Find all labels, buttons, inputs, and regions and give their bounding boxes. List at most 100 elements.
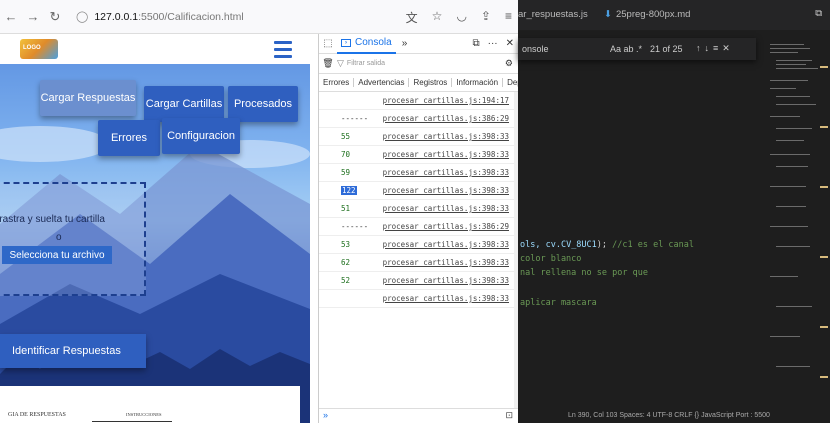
log-entry: 62 procesar_cartillas.js:398:33 bbox=[319, 254, 515, 272]
log-entry: 53 procesar_cartillas.js:398:33 bbox=[319, 236, 515, 254]
log-source-link[interactable]: procesar_cartillas.js:386:29 bbox=[383, 114, 509, 123]
dropzone-text: rrastra y suelta tu cartilla bbox=[0, 214, 105, 225]
log-value: 52 bbox=[341, 276, 351, 285]
overflow-menu-icon[interactable]: ··· bbox=[488, 38, 498, 49]
minimap[interactable] bbox=[764, 36, 830, 406]
log-value-selected: 122 bbox=[341, 186, 357, 195]
dropzone-or: o bbox=[56, 232, 62, 243]
console-log: procesar_cartillas.js:194:17 ------ proce… bbox=[319, 92, 515, 408]
translate-icon[interactable]: ⽂ bbox=[406, 9, 418, 26]
code-line: aplicar mascara bbox=[520, 298, 597, 308]
close-icon[interactable]: ✕ bbox=[506, 38, 514, 49]
console-input[interactable]: » ⊡ bbox=[319, 408, 518, 423]
level-informacion[interactable]: Información bbox=[452, 78, 504, 87]
log-source-link[interactable]: procesar_cartillas.js:398:33 bbox=[383, 150, 509, 159]
tab-markdown[interactable]: ⬇ 25preg-800px.md bbox=[604, 9, 690, 20]
toolbar-actions: ⽂ ☆ ◡ ⇪ ≡ bbox=[406, 9, 512, 26]
tab-markdown-label: 25preg-800px.md bbox=[615, 9, 691, 20]
log-source-link[interactable]: procesar_cartillas.js:398:33 bbox=[383, 276, 509, 285]
log-value: 55 bbox=[341, 132, 351, 141]
level-errores[interactable]: Errores bbox=[319, 78, 355, 87]
devtools-actions: ⧉ ··· ✕ bbox=[472, 38, 518, 49]
log-source-link[interactable]: procesar_cartillas.js:398:33 bbox=[383, 204, 509, 213]
find-widget: onsole Aa ab .* 21 of 25 ↑↓≡✕ bbox=[518, 38, 756, 60]
url-host: 127.0.0.1 bbox=[94, 10, 139, 23]
log-value: ------ bbox=[341, 222, 369, 231]
code-line: color blanco bbox=[520, 254, 582, 264]
url-path: :5500/Calificacion.html bbox=[138, 10, 244, 23]
code-line: ols, cv.CV_8UC1); //c1 es el canal bbox=[520, 240, 695, 250]
browser-toolbar: ← → ↻ ◯ ▯ 127.0.0.1:5500/Calificacion.ht… bbox=[0, 0, 518, 423]
level-registros[interactable]: Registros bbox=[409, 78, 453, 87]
screen: ← → ↻ ◯ ▯ 127.0.0.1:5500/Calificacion.ht… bbox=[0, 0, 830, 423]
find-input[interactable]: onsole bbox=[522, 44, 549, 54]
status-text[interactable]: Ln 390, Col 103 Spaces: 4 UTF-8 CRLF {} … bbox=[568, 412, 770, 419]
log-value: 53 bbox=[341, 240, 351, 249]
forward-icon[interactable]: → bbox=[22, 9, 44, 24]
log-entry: 70 procesar_cartillas.js:398:33 bbox=[319, 146, 515, 164]
menu-icon[interactable]: ≡ bbox=[505, 9, 512, 26]
web-page: LOGO Cargar Respuestas Cargar Cartillas … bbox=[0, 34, 310, 423]
log-entry: 55 procesar_cartillas.js:398:33 bbox=[319, 128, 515, 146]
cargar-respuestas-button[interactable]: Cargar Respuestas bbox=[40, 80, 136, 116]
console-filter-bar: 🗑 ▽ Filtrar salida ⚙ bbox=[319, 54, 518, 74]
log-source-link[interactable]: procesar_cartillas.js:398:33 bbox=[383, 132, 509, 141]
gear-icon[interactable]: ⚙ bbox=[505, 58, 518, 69]
select-file-button[interactable]: Selecciona tu archivo bbox=[2, 246, 112, 264]
site-navbar: LOGO bbox=[0, 34, 310, 64]
devtools-panel: ⬚ › Consola » ⧉ ··· ✕ 🗑 ▽ Filtrar salida … bbox=[318, 34, 518, 423]
level-advertencias[interactable]: Advertencias bbox=[354, 78, 410, 87]
log-source-link[interactable]: procesar_cartillas.js:398:33 bbox=[383, 168, 509, 177]
log-level-filters: Errores Advertencias Registros Informaci… bbox=[319, 74, 518, 92]
console-icon: › bbox=[341, 38, 351, 47]
log-entry: procesar_cartillas.js:398:33 bbox=[319, 290, 515, 308]
back-icon[interactable]: ← bbox=[0, 9, 22, 24]
layout-icon[interactable]: ⧉ bbox=[815, 8, 822, 19]
markdown-icon: ⬇ bbox=[604, 9, 612, 20]
find-nav-icons[interactable]: ↑↓≡✕ bbox=[696, 43, 734, 54]
site-logo[interactable]: LOGO bbox=[20, 39, 58, 59]
tab-console-label: Consola bbox=[355, 37, 392, 48]
status-bar: Ln 390, Col 103 Spaces: 4 UTF-8 CRLF {} … bbox=[518, 411, 830, 423]
pocket-icon[interactable]: ◡ bbox=[456, 9, 466, 26]
log-entry: procesar_cartillas.js:194:17 bbox=[319, 92, 515, 110]
tab-console[interactable]: › Consola bbox=[337, 34, 396, 54]
cargar-cartillas-button[interactable]: Cargar Cartillas bbox=[144, 86, 224, 122]
identify-answers-button[interactable]: Identificar Respuestas bbox=[0, 334, 146, 368]
log-source-link[interactable]: procesar_cartillas.js:398:33 bbox=[383, 186, 509, 195]
reload-icon[interactable]: ↻ bbox=[44, 9, 66, 25]
level-depuracion[interactable]: Depura bbox=[503, 78, 518, 87]
configuracion-button[interactable]: Configuracion bbox=[162, 118, 240, 154]
divider bbox=[92, 421, 172, 422]
filter-icon: ▽ bbox=[337, 58, 344, 68]
more-tabs-icon[interactable]: » bbox=[402, 38, 408, 49]
sheet-instructions: INSTRUCCIONES bbox=[126, 412, 162, 417]
devtools-tabs: ⬚ › Consola » ⧉ ··· ✕ bbox=[319, 34, 518, 54]
url-bar[interactable]: ◯ ▯ 127.0.0.1:5500/Calificacion.html bbox=[0, 5, 326, 423]
browser-window: ← → ↻ ◯ ▯ 127.0.0.1:5500/Calificacion.ht… bbox=[0, 0, 518, 423]
log-source-link[interactable]: procesar_cartillas.js:398:33 bbox=[383, 258, 509, 267]
inspector-picker-icon[interactable]: ⬚ bbox=[319, 38, 337, 49]
log-value: ------ bbox=[341, 114, 369, 123]
log-entry: ------ procesar_cartillas.js:386:29 bbox=[319, 110, 515, 128]
log-entry: 51 procesar_cartillas.js:398:33 bbox=[319, 200, 515, 218]
log-entry: ------ procesar_cartillas.js:386:29 bbox=[319, 218, 515, 236]
log-entry: 59 procesar_cartillas.js:398:33 bbox=[319, 164, 515, 182]
sidebar-toggle-icon[interactable]: ⊡ bbox=[505, 410, 513, 421]
hamburger-menu-icon[interactable] bbox=[274, 41, 292, 62]
share-icon[interactable]: ⇪ bbox=[481, 9, 491, 26]
find-options-icon[interactable]: Aa ab .* bbox=[610, 44, 642, 54]
log-value: 70 bbox=[341, 150, 351, 159]
dock-icon[interactable]: ⧉ bbox=[472, 38, 479, 49]
errores-button[interactable]: Errores bbox=[98, 120, 160, 156]
log-source-link[interactable]: procesar_cartillas.js:398:33 bbox=[383, 294, 509, 303]
log-source-link[interactable]: procesar_cartillas.js:194:17 bbox=[383, 96, 509, 105]
trash-icon[interactable]: 🗑 bbox=[319, 58, 337, 69]
file-dropzone[interactable]: rrastra y suelta tu cartilla o Seleccion… bbox=[0, 182, 146, 296]
filter-input[interactable]: Filtrar salida bbox=[347, 60, 385, 67]
tab-respuestas-js[interactable]: ar_respuestas.js bbox=[518, 9, 588, 20]
log-source-link[interactable]: procesar_cartillas.js:386:29 bbox=[383, 222, 509, 231]
log-source-link[interactable]: procesar_cartillas.js:398:33 bbox=[383, 240, 509, 249]
bookmark-star-icon[interactable]: ☆ bbox=[432, 9, 443, 26]
procesados-button[interactable]: Procesados bbox=[228, 86, 298, 122]
